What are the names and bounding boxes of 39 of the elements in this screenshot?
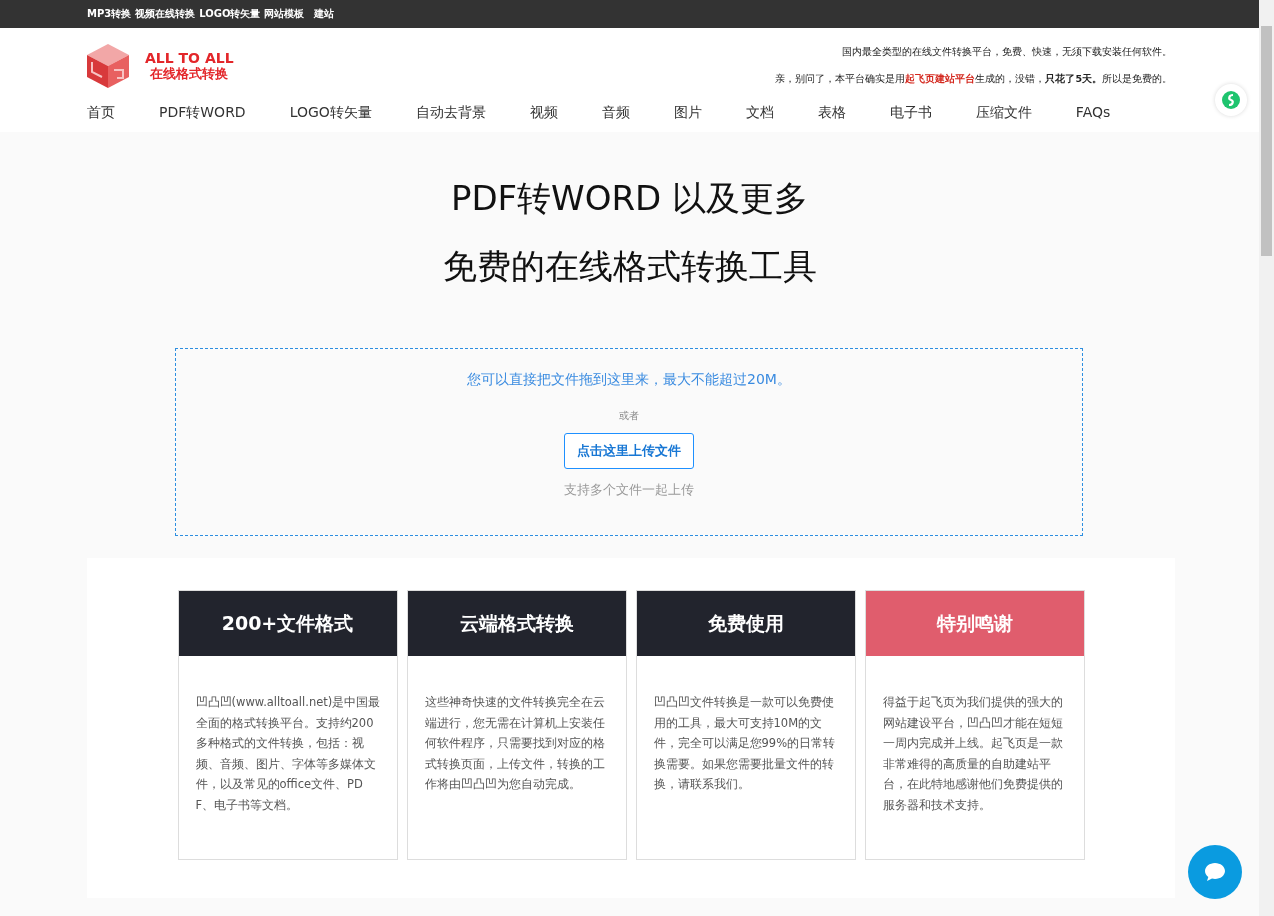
nav-link[interactable]: 自动去背景 (415, 104, 486, 122)
card-title: 免费使用 (636, 591, 855, 656)
card-title: 云端格式转换 (407, 591, 626, 656)
top-link[interactable]: LOGO转矢量 (199, 7, 261, 21)
logo-title: ALL TO ALL (145, 49, 234, 66)
hero-title: 免费的在线格式转换工具 (442, 245, 817, 288)
nav-link[interactable]: 首页 (87, 104, 115, 122)
tagline: 亲，别问了，本平台确实是用起飞页建站平台生成的，没错，只花了5天。所以是免费的。 (775, 73, 1172, 86)
card-text: 凹凸凹文件转换是一款可以免费使用的工具，最大可支持10M的文件，完全可以满足您99%的日常转换需要。如果您需要批量文件的转换，请联系我们。 (653, 694, 837, 793)
nav-link[interactable]: 文档 (745, 104, 774, 122)
nav-link[interactable]: 图片 (673, 104, 702, 122)
card-title: 200+文件格式 (178, 591, 397, 656)
card-text: 这些神奇快速的文件转换完全在云端进行，您无需在计算机上安装任何软件程序，只需要找到对应的格式转换页面，上传文件，转换的工作将由凹凸凹为您自动完成。 (424, 694, 606, 793)
card-text: 得益于起飞页为我们提供的强大的网站建设平台，凹凸凹才能在短短一周内完成并上线。起飞页是一款非常难得的高质量的自助建站平台，在此特地感谢他们免费提供的服务器和技术支持。 (882, 694, 1064, 814)
drop-hint: 您可以直接把文件拖到这里来，最大不能超过20M。 (467, 371, 791, 389)
or-label: 或者 (619, 409, 639, 423)
nav-link[interactable]: PDF转WORD (159, 104, 246, 122)
nav-link[interactable]: FAQs (1075, 104, 1111, 120)
top-link[interactable]: 网站模板 (264, 7, 305, 21)
nav-link[interactable]: 电子书 (889, 104, 932, 122)
nav-link[interactable]: 音频 (601, 104, 630, 122)
logo-subtitle: 在线格式转换 (150, 65, 229, 83)
top-link[interactable]: 建站 (314, 7, 335, 21)
nav-link[interactable]: 表格 (817, 104, 846, 122)
card-text: 凹凸凹(www.alltoall.net)是中国最全面的格式转换平台。支持约200多种格式的文件转换，包括：视频、音频、图片、字体等多媒体文件，以及常见的office文件、PDF、电子书等文档。 (195, 694, 381, 814)
builder-link[interactable]: 起飞页建站平台 (905, 73, 976, 84)
chat-button[interactable] (1188, 845, 1242, 899)
nav-link[interactable]: LOGO转矢量 (289, 104, 372, 122)
speech-bubble-icon (1204, 862, 1226, 882)
scrollbar[interactable] (1259, 0, 1274, 916)
tagline: 国内最全类型的在线文件转换平台，免费、快速，无须下载安装任何软件。 (842, 46, 1172, 59)
hero-title: PDF转WORD 以及更多 (450, 177, 809, 220)
nav-link[interactable]: 压缩文件 (975, 104, 1032, 122)
top-link[interactable]: 视频在线转换 (135, 7, 196, 21)
top-link[interactable]: MP3转换 (87, 7, 132, 21)
card-title: 特别鸣谢 (865, 591, 1084, 656)
nav-link[interactable]: 视频 (529, 104, 558, 122)
upload-button[interactable]: 点击这里上传文件 (564, 433, 694, 469)
cube-logo-icon (87, 44, 129, 88)
